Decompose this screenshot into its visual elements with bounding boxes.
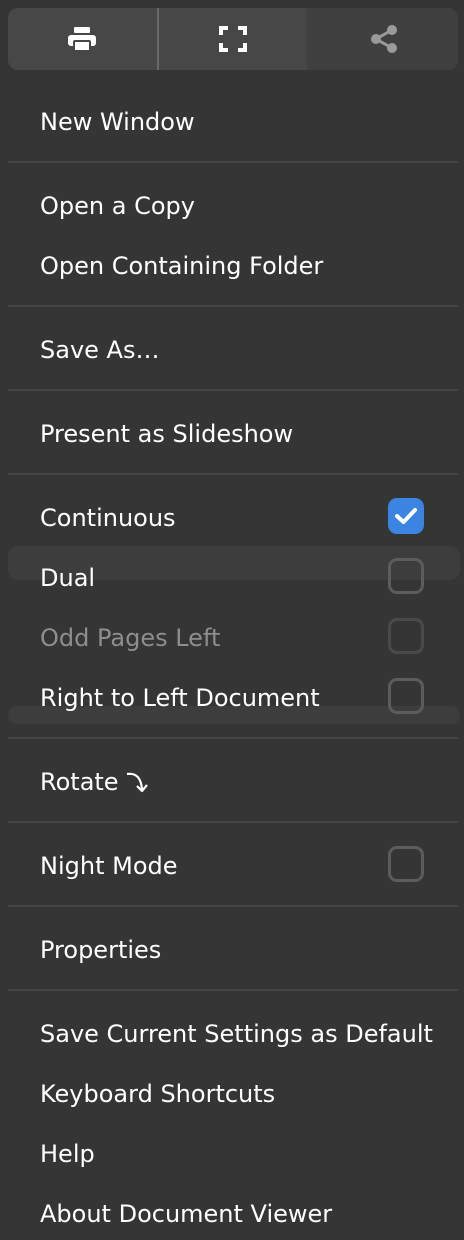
menu-item-odd-pages-left: Odd Pages Left (40, 624, 221, 652)
menu-item-present-slideshow[interactable]: Present as Slideshow (40, 419, 293, 449)
menu-item-rotate[interactable]: Rotate (40, 767, 151, 797)
menu-item-continuous[interactable]: Continuous (40, 503, 176, 533)
print-button[interactable] (8, 8, 157, 70)
menu-item-properties[interactable]: Properties (40, 935, 161, 965)
continuous-checkbox[interactable] (388, 498, 424, 534)
menu-item-open-copy[interactable]: Open a Copy (40, 191, 195, 221)
menu-separator (8, 737, 458, 739)
menu-separator (8, 989, 458, 991)
menu-separator (8, 389, 458, 391)
menu-separator (8, 305, 458, 307)
menu-separator (8, 821, 458, 823)
right-to-left-checkbox[interactable] (388, 678, 424, 714)
menu-item-open-containing-folder[interactable]: Open Containing Folder (40, 251, 323, 281)
rotate-label: Rotate (40, 768, 119, 796)
menu-toolbar (8, 8, 458, 70)
menu-item-keyboard-shortcuts[interactable]: Keyboard Shortcuts (40, 1079, 275, 1109)
checkmark-icon (395, 508, 417, 524)
menu-separator (8, 161, 458, 163)
printer-icon (68, 27, 97, 52)
menu-separator (8, 473, 458, 475)
menu-item-dual[interactable]: Dual (40, 563, 95, 593)
menu-item-new-window[interactable]: New Window (40, 107, 195, 137)
menu-item-save-current-settings[interactable]: Save Current Settings as Default (40, 1019, 433, 1049)
rotate-arrow-icon (126, 772, 148, 793)
fullscreen-button[interactable] (158, 8, 308, 70)
menu-item-night-mode[interactable]: Night Mode (40, 851, 178, 881)
menu-item-right-to-left[interactable]: Right to Left Document (40, 683, 320, 713)
share-button[interactable] (309, 8, 458, 70)
night-mode-checkbox[interactable] (388, 846, 424, 882)
fullscreen-icon (219, 26, 247, 52)
share-icon (370, 25, 397, 53)
odd-pages-left-checkbox (388, 618, 424, 654)
menu-item-about[interactable]: About Document Viewer (40, 1199, 332, 1229)
menu-separator (8, 905, 458, 907)
dual-checkbox[interactable] (388, 558, 424, 594)
menu-item-save-as[interactable]: Save As… (40, 335, 159, 365)
menu-item-help[interactable]: Help (40, 1139, 95, 1169)
